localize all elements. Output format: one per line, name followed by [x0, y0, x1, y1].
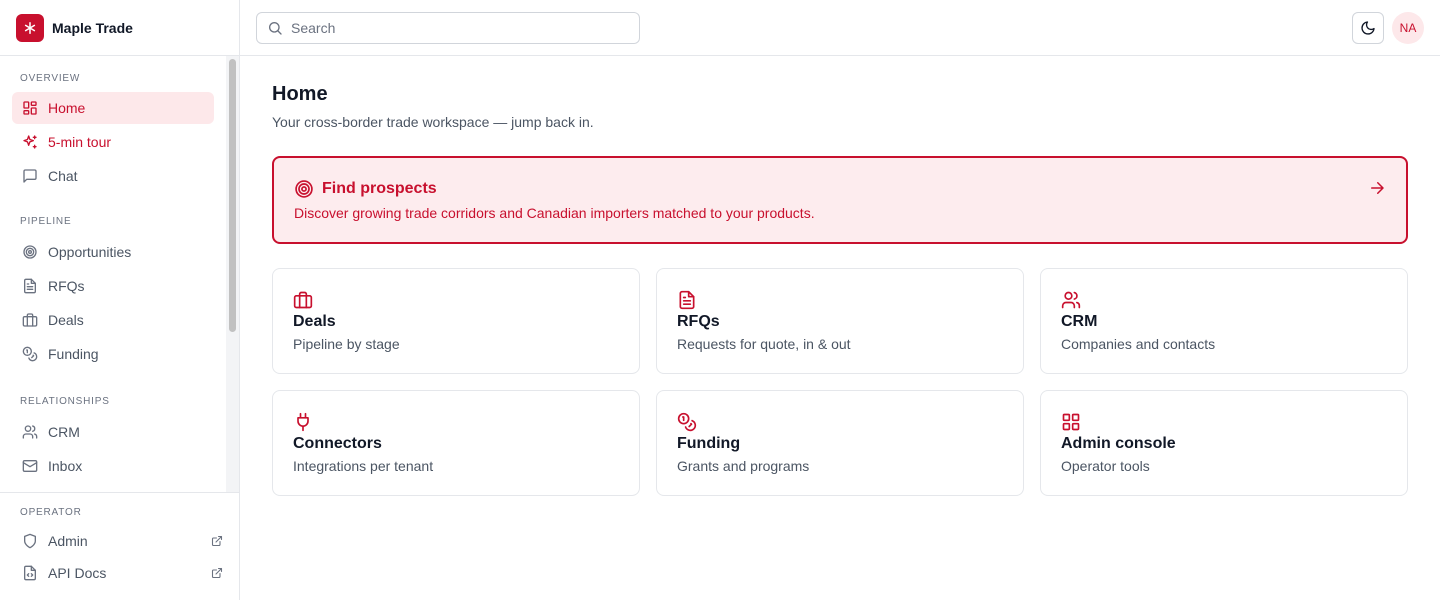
banner-description: Discover growing trade corridors and Can… — [294, 205, 815, 221]
card-title: RFQs — [677, 313, 720, 330]
target-icon — [294, 179, 314, 199]
card-description: Companies and contacts — [1061, 336, 1216, 352]
card-admin-console[interactable]: Admin console Operator tools — [1040, 390, 1408, 496]
sidebar-item-home[interactable]: Home — [12, 92, 214, 124]
briefcase-icon — [293, 290, 313, 310]
users-icon — [1061, 290, 1081, 310]
sidebar-item-label: Home — [48, 100, 86, 116]
section-label-pipeline: PIPELINE — [20, 216, 72, 227]
section-label-operator: OPERATOR — [20, 507, 82, 518]
sparkles-icon — [22, 134, 38, 150]
file-code-icon — [22, 565, 38, 581]
avatar[interactable]: NA — [1392, 12, 1424, 44]
section-label-overview: OVERVIEW — [20, 73, 81, 84]
operator-section: OPERATOR Admin API Docs — [0, 492, 239, 600]
card-description: Grants and programs — [677, 458, 810, 474]
external-link-icon — [211, 535, 223, 547]
card-deals[interactable]: Deals Pipeline by stage — [272, 268, 640, 374]
sidebar-item-label: RFQs — [48, 278, 85, 294]
sidebar-item-label: CRM — [48, 424, 80, 440]
sidebar-item-label: Opportunities — [48, 244, 132, 260]
message-square-icon — [22, 168, 38, 184]
topbar: NA — [240, 0, 1440, 56]
sidebar-item-label: 5-min tour — [48, 134, 112, 150]
page-subtitle: Your cross-border trade workspace — jump… — [272, 114, 594, 130]
maple-leaf-icon — [16, 13, 44, 42]
coins-icon — [22, 346, 38, 362]
sidebar: Maple Trade OVERVIEW Home 5-min tour Cha… — [0, 0, 240, 600]
sidebar-item-admin[interactable]: Admin — [12, 525, 227, 557]
users-icon — [22, 424, 38, 440]
search-icon — [267, 20, 283, 36]
sidebar-item-label: Chat — [48, 168, 78, 184]
sidebar-item-api-docs[interactable]: API Docs — [12, 557, 227, 589]
arrow-right-icon — [1368, 179, 1386, 197]
mail-icon — [22, 458, 38, 474]
sidebar-nav[interactable]: OVERVIEW Home 5-min tour Chat PIPELINE O… — [0, 56, 226, 492]
sidebar-item-opportunities[interactable]: Opportunities — [12, 236, 214, 268]
sidebar-item-chat[interactable]: Chat — [12, 160, 214, 192]
sidebar-item-funding[interactable]: Funding — [12, 338, 214, 370]
find-prospects-banner[interactable]: Find prospects Discover growing trade co… — [272, 156, 1408, 244]
file-text-icon — [677, 290, 697, 310]
moon-icon — [1360, 20, 1376, 36]
layout-dashboard-icon — [22, 100, 38, 116]
plug-icon — [293, 412, 313, 432]
card-title: Admin console — [1061, 435, 1176, 452]
section-label-relationships: RELATIONSHIPS — [20, 396, 110, 407]
card-title: Connectors — [293, 435, 382, 452]
file-text-icon — [22, 278, 38, 294]
brand-name: Maple Trade — [52, 19, 133, 36]
card-crm[interactable]: CRM Companies and contacts — [1040, 268, 1408, 374]
card-title: Deals — [293, 313, 336, 330]
sidebar-item-partial[interactable] — [12, 484, 214, 492]
theme-toggle-button[interactable] — [1352, 12, 1384, 44]
coins-icon — [677, 412, 697, 432]
card-description: Operator tools — [1061, 458, 1150, 474]
search-box[interactable] — [256, 12, 640, 44]
briefcase-icon — [22, 312, 38, 328]
card-description: Pipeline by stage — [293, 336, 400, 352]
scrollbar-thumb[interactable] — [229, 59, 236, 332]
sidebar-item-label: Funding — [48, 346, 99, 362]
card-connectors[interactable]: Connectors Integrations per tenant — [272, 390, 640, 496]
shield-icon — [22, 533, 38, 549]
grid-icon — [1061, 412, 1081, 432]
sidebar-item-label: API Docs — [48, 565, 107, 581]
sidebar-scrollbar[interactable] — [226, 56, 239, 492]
page-title: Home — [272, 83, 328, 105]
card-title: CRM — [1061, 313, 1098, 330]
card-description: Requests for quote, in & out — [677, 336, 851, 352]
brand[interactable]: Maple Trade — [0, 0, 239, 56]
external-link-icon — [211, 567, 223, 579]
sidebar-item-deals[interactable]: Deals — [12, 304, 214, 336]
card-title: Funding — [677, 435, 741, 452]
sidebar-item-crm[interactable]: CRM — [12, 416, 214, 448]
card-description: Integrations per tenant — [293, 458, 434, 474]
sidebar-item-label: Inbox — [48, 458, 83, 474]
banner-title: Find prospects — [322, 180, 437, 197]
target-icon — [22, 244, 38, 260]
card-funding[interactable]: Funding Grants and programs — [656, 390, 1024, 496]
sidebar-item-inbox[interactable]: Inbox — [12, 450, 214, 482]
sidebar-item-tour[interactable]: 5-min tour — [12, 126, 214, 158]
card-rfqs[interactable]: RFQs Requests for quote, in & out — [656, 268, 1024, 374]
sidebar-item-rfqs[interactable]: RFQs — [12, 270, 214, 302]
search-input[interactable] — [291, 20, 621, 36]
sidebar-item-label: Admin — [48, 533, 88, 549]
sidebar-item-label: Deals — [48, 312, 84, 328]
